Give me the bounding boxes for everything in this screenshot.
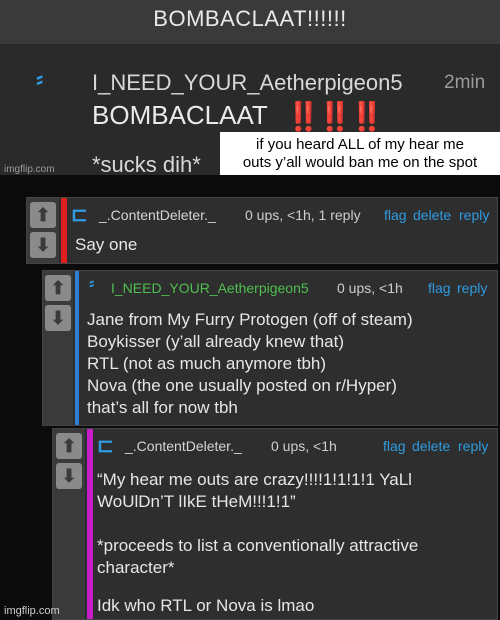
watermark-top: imgflip.com [4, 164, 55, 175]
caption-line-2: outs y’all would ban me on the spot [242, 154, 478, 171]
user-logo-icon: ⸗ [36, 66, 44, 91]
up-arrow-icon: ⬆ [50, 278, 66, 298]
comment-card-2: ⬆ ⬇ ⸗ I_NEED_YOUR_Aetherpigeon5 0 ups, <… [42, 270, 498, 426]
comment-line: WoUlDn’T lIkE tHeM!!!1!1” [97, 492, 296, 511]
comment-line: *proceeds to list a conventionally attra… [97, 536, 419, 555]
upvote-button[interactable]: ⬆ [56, 433, 82, 459]
down-arrow-icon: ⬇ [50, 308, 66, 328]
double-exclamation-icon: ‼️‼️‼️ [286, 101, 385, 132]
comment-line: character* [97, 558, 175, 577]
upvote-button[interactable]: ⬆ [45, 275, 71, 301]
comment-line: Nova (the one usually posted on r/Hyper) [87, 376, 397, 395]
comment-line: Jane from My Furry Protogen (off of stea… [87, 310, 413, 329]
comment-text: Say one [75, 235, 138, 254]
thread-stripe [61, 198, 67, 263]
upvote-button[interactable]: ⬆ [30, 202, 56, 228]
top-image-username: I_NEED_YOUR_Aetherpigeon5 [92, 70, 403, 95]
flag-link[interactable]: flag [428, 280, 451, 296]
user-logo-icon: ⊏ [71, 204, 88, 226]
comment-meta: 0 ups, <1h [337, 280, 403, 296]
comment-meta: 0 ups, <1h [271, 438, 337, 454]
comment-line: “My hear me outs are crazy!!!!1!1!1!1 Ya… [97, 470, 412, 489]
thread-stripe [87, 429, 93, 619]
downvote-button[interactable]: ⬇ [30, 232, 56, 258]
up-arrow-icon: ⬆ [35, 205, 51, 225]
down-arrow-icon: ⬇ [35, 235, 51, 255]
comment-card-1: ⬆ ⬇ ⊏ _.ContentDeleter._ 0 ups, <1h, 1 r… [26, 197, 498, 264]
comment-username[interactable]: I_NEED_YOUR_Aetherpigeon5 [111, 280, 309, 296]
delete-link[interactable]: delete [413, 207, 451, 223]
top-image-title: BOMBACLAAT!!!!!! [153, 6, 347, 31]
downvote-button[interactable]: ⬇ [45, 305, 71, 331]
watermark-bottom: imgflip.com [4, 605, 60, 617]
comment-line: RTL (not as much anymore tbh) [87, 354, 327, 373]
top-image-time: 2min [444, 72, 486, 93]
downvote-button[interactable]: ⬇ [56, 463, 82, 489]
comment-line: that’s all for now tbh [87, 398, 238, 417]
thread-stripe [75, 271, 79, 425]
flag-link[interactable]: flag [383, 438, 406, 454]
delete-link[interactable]: delete [412, 438, 450, 454]
top-image-sucks-text: *sucks dih* [92, 152, 201, 177]
caption-line-1: if you heard ALL of my hear me [256, 136, 464, 153]
user-logo-icon: ⊏ [97, 435, 114, 457]
up-arrow-icon: ⬆ [61, 436, 77, 456]
comment-line: Idk who RTL or Nova is lmao [97, 596, 315, 615]
flag-link[interactable]: flag [384, 207, 407, 223]
comment-line: Boykisser (y’all already knew that) [87, 332, 344, 351]
down-arrow-icon: ⬇ [61, 466, 77, 486]
comment-username[interactable]: _.ContentDeleter._ [99, 207, 216, 223]
top-image-comment: BOMBACLAAT [92, 100, 268, 130]
reply-link[interactable]: reply [458, 438, 488, 454]
comment-meta: 0 ups, <1h, 1 reply [245, 207, 361, 223]
comment-card-3: ⬆ ⬇ ⊏ _.ContentDeleter._ 0 ups, <1h flag… [52, 428, 498, 620]
reply-link[interactable]: reply [459, 207, 489, 223]
reply-link[interactable]: reply [457, 280, 487, 296]
comment-username[interactable]: _.ContentDeleter._ [125, 438, 242, 454]
user-logo-icon: ⸗ [89, 275, 95, 292]
